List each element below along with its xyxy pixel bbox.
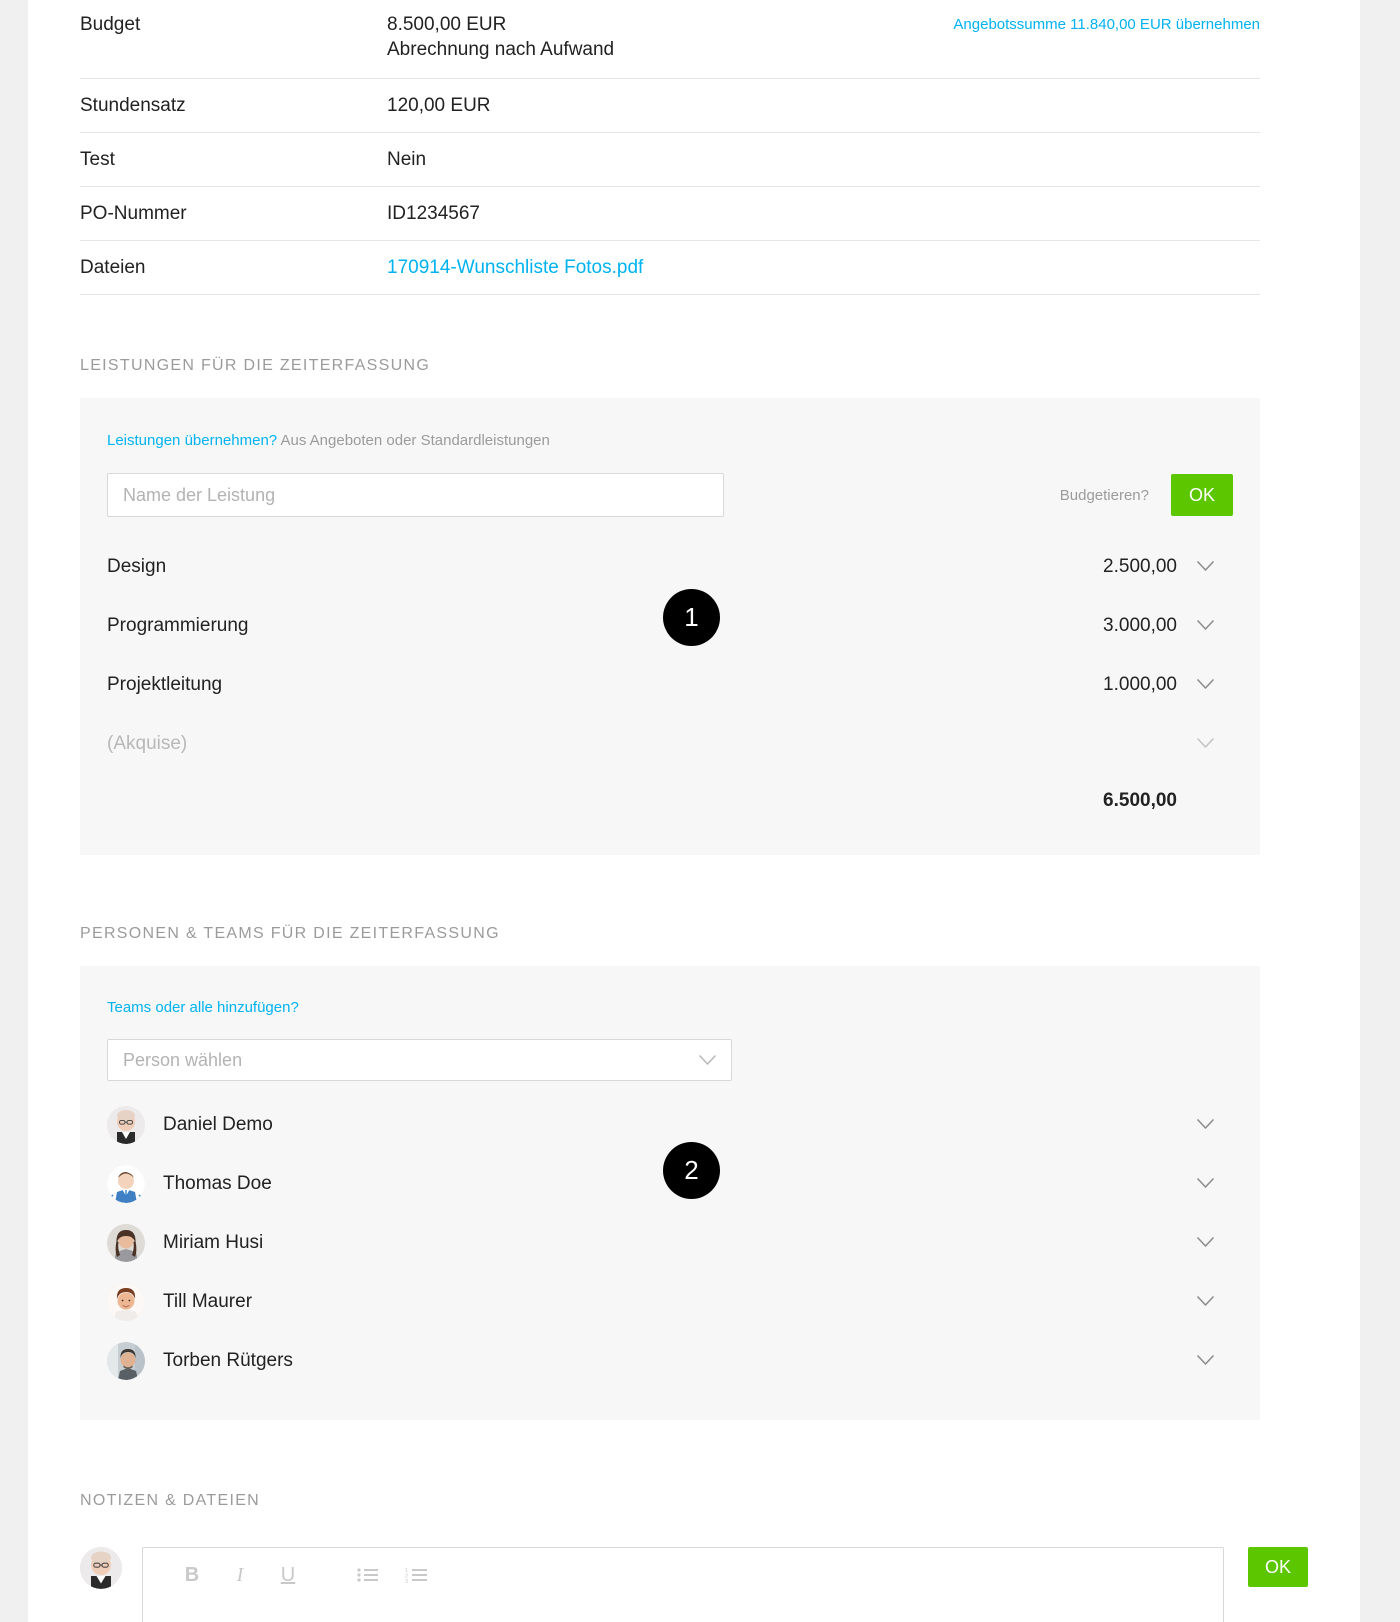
services-total-row: 6.500,00	[107, 773, 1233, 829]
detail-value: 170914-Wunschliste Fotos.pdf	[387, 255, 1260, 280]
services-takeover-row: Leistungen übernehmen? Aus Angeboten ode…	[107, 431, 1233, 451]
chevron-down-icon[interactable]	[1177, 1237, 1233, 1248]
apply-offer-total-link[interactable]: Angebotssumme 11.840,00 EUR übernehmen	[953, 12, 1260, 37]
svg-text:3: 3	[405, 1579, 408, 1583]
bold-icon[interactable]: B	[168, 1558, 216, 1592]
service-amount: 2.500,00	[1103, 555, 1177, 577]
people-teams-row: Teams oder alle hinzufügen?	[107, 999, 1233, 1017]
avatar	[80, 1547, 122, 1589]
people-list: Daniel Demo Thomas Doe Miriam Husi Till …	[107, 1095, 1233, 1390]
service-row[interactable]: Design 2.500,00	[107, 537, 1233, 596]
editor-toolbar: B I U 1 2 3	[143, 1548, 1223, 1602]
chevron-down-icon[interactable]	[1177, 620, 1233, 631]
services-section: LEISTUNGEN FÜR DIE ZEITERFASSUNG Leistun…	[28, 295, 1360, 855]
detail-row-test: Test Nein	[80, 133, 1260, 187]
service-name-input[interactable]	[107, 473, 724, 517]
service-name: Programmierung	[107, 614, 249, 636]
services-takeover-hint: Aus Angeboten oder Standardleistungen	[280, 432, 550, 449]
note-ok-button[interactable]: OK	[1248, 1547, 1308, 1587]
person-row[interactable]: Miriam Husi	[107, 1213, 1233, 1272]
italic-icon[interactable]: I	[216, 1558, 264, 1592]
file-link-wunschliste-pdf[interactable]: 170914-Wunschliste Fotos.pdf	[387, 257, 643, 278]
person-name: Daniel Demo	[163, 1113, 273, 1135]
detail-value: Nein	[387, 149, 427, 170]
person-row[interactable]: Till Maurer	[107, 1272, 1233, 1331]
content-panel: Budget 8.500,00 EUR Abrechnung nach Aufw…	[28, 0, 1360, 1622]
people-section: PERSONEN & TEAMS FÜR DIE ZEITERFASSUNG T…	[28, 855, 1360, 1420]
services-total-amount: 6.500,00	[1103, 790, 1177, 811]
person-row[interactable]: Torben Rütgers	[107, 1331, 1233, 1390]
notes-section: NOTIZEN & DATEIEN B I U 1 2 3 OK	[28, 1420, 1360, 1622]
avatar	[107, 1282, 145, 1321]
detail-row-budget: Budget 8.500,00 EUR Abrechnung nach Aufw…	[80, 0, 1260, 79]
service-amount: 3.000,00	[1103, 614, 1177, 636]
service-row[interactable]: (Akquise)	[107, 714, 1233, 773]
detail-label: PO-Nummer	[80, 203, 187, 224]
service-row[interactable]: Projektleitung 1.000,00	[107, 655, 1233, 714]
notes-section-title: NOTIZEN & DATEIEN	[80, 1492, 261, 1509]
detail-value: 8.500,00 EUR Abrechnung nach Aufwand	[387, 12, 953, 62]
avatar	[107, 1105, 145, 1144]
services-ok-button[interactable]: OK	[1171, 474, 1233, 516]
services-takeover-link[interactable]: Leistungen übernehmen?	[107, 432, 277, 449]
person-name: Miriam Husi	[163, 1231, 264, 1253]
service-name: Design	[107, 555, 167, 577]
chevron-down-icon	[699, 1054, 716, 1066]
avatar	[107, 1164, 145, 1203]
detail-row-stundensatz: Stundensatz 120,00 EUR	[80, 79, 1260, 133]
services-section-title: LEISTUNGEN FÜR DIE ZEITERFASSUNG	[80, 357, 431, 374]
avatar	[107, 1341, 145, 1380]
underline-icon[interactable]: U	[264, 1558, 312, 1592]
chevron-down-icon[interactable]	[1177, 561, 1233, 572]
services-list: Design 2.500,00 Programmierung 3.000,00	[107, 537, 1233, 829]
budget-amount: 8.500,00 EUR	[387, 14, 507, 35]
person-name: Till Maurer	[163, 1290, 253, 1312]
chevron-down-icon[interactable]	[1177, 1119, 1233, 1130]
person-row[interactable]: Daniel Demo	[107, 1095, 1233, 1154]
budget-billing-mode: Abrechnung nach Aufwand	[387, 39, 615, 60]
note-editor[interactable]: B I U 1 2 3	[142, 1547, 1224, 1622]
bulleted-list-icon[interactable]	[344, 1558, 392, 1592]
detail-value: ID1234567	[387, 203, 480, 224]
service-name: Projektleitung	[107, 673, 223, 695]
chevron-down-icon[interactable]	[1177, 738, 1233, 749]
service-name: (Akquise)	[107, 732, 188, 754]
detail-row-dateien: Dateien 170914-Wunschliste Fotos.pdf	[80, 241, 1260, 295]
numbered-list-icon[interactable]: 1 2 3	[392, 1558, 440, 1592]
detail-label: Test	[80, 149, 115, 170]
detail-value: 120,00 EUR	[387, 95, 491, 116]
note-composer: B I U 1 2 3 OK	[80, 1547, 1308, 1622]
project-detail-table: Budget 8.500,00 EUR Abrechnung nach Aufw…	[28, 0, 1360, 295]
avatar	[107, 1223, 145, 1262]
people-section-title: PERSONEN & TEAMS FÜR DIE ZEITERFASSUNG	[80, 925, 500, 942]
chevron-down-icon[interactable]	[1177, 1355, 1233, 1366]
person-name: Torben Rütgers	[163, 1349, 293, 1371]
service-amount: 1.000,00	[1103, 673, 1177, 695]
chevron-down-icon[interactable]	[1177, 679, 1233, 690]
people-box: Teams oder alle hinzufügen? Person wähle…	[80, 966, 1260, 1420]
person-select-placeholder: Person wählen	[123, 1049, 243, 1070]
services-input-row: Budgetieren? OK	[107, 473, 1233, 517]
detail-row-po-nummer: PO-Nummer ID1234567	[80, 187, 1260, 241]
page-root: Budget 8.500,00 EUR Abrechnung nach Aufw…	[0, 0, 1400, 1622]
detail-label: Dateien	[80, 257, 146, 278]
chevron-down-icon[interactable]	[1177, 1296, 1233, 1307]
detail-label: Stundensatz	[80, 95, 186, 116]
annotation-badge-1: 1	[663, 589, 720, 646]
detail-label: Budget	[80, 14, 141, 35]
annotation-badge-2: 2	[663, 1142, 720, 1199]
add-teams-link[interactable]: Teams oder alle hinzufügen?	[107, 999, 299, 1016]
chevron-down-icon[interactable]	[1177, 1178, 1233, 1189]
budget-question-label: Budgetieren?	[1059, 486, 1149, 504]
person-select[interactable]: Person wählen	[107, 1039, 732, 1081]
